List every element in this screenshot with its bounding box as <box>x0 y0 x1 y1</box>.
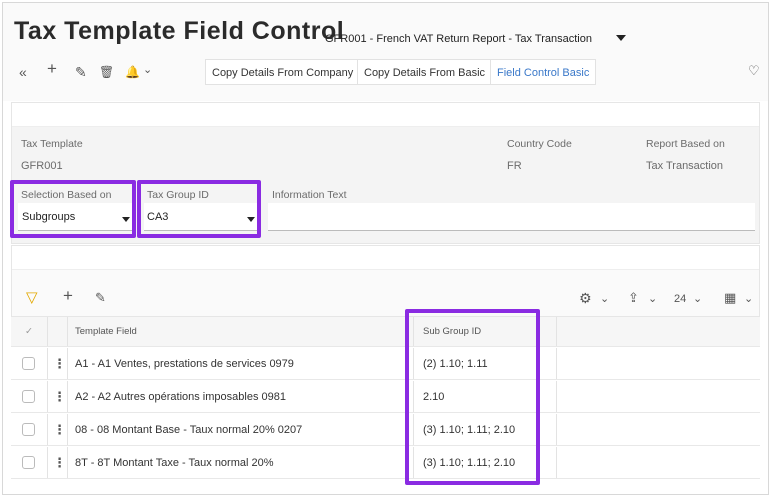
page-header: Tax Template Field Control GFR001 - Fren… <box>3 3 768 101</box>
report-based-on-label: Report Based on <box>646 138 725 150</box>
chevron-down-icon[interactable]: ⌄ <box>744 292 753 305</box>
table-row[interactable]: ⋮ A2 - A2 Autres opérations imposables 0… <box>11 381 760 413</box>
columns-icon[interactable]: ▦ <box>724 290 736 306</box>
highlight-tax-group-id <box>137 180 261 238</box>
page-title: Tax Template Field Control <box>14 17 345 45</box>
row-checkbox[interactable] <box>22 423 35 436</box>
row-menu-icon[interactable]: ⋮ <box>53 447 66 478</box>
select-all-check-icon[interactable]: ✓ <box>25 317 45 346</box>
table-row[interactable]: ⋮ 08 - 08 Montant Base - Taux normal 20%… <box>11 414 760 446</box>
favorite-heart-icon[interactable]: ♡ <box>748 63 760 79</box>
template-field-cell: A2 - A2 Autres opérations imposables 098… <box>75 390 286 403</box>
row-menu-icon[interactable]: ⋮ <box>53 414 66 445</box>
row-menu-icon[interactable]: ⋮ <box>53 381 66 412</box>
row-menu-icon[interactable]: ⋮ <box>53 348 66 379</box>
chevron-down-icon[interactable]: ⌄ <box>648 292 657 305</box>
settings-gear-icon[interactable]: ⚙ <box>579 290 592 306</box>
template-field-cell: 8T - 8T Montant Taxe - Taux normal 20% <box>75 456 274 469</box>
add-icon[interactable]: + <box>47 60 57 77</box>
copy-details-from-basic-button[interactable]: Copy Details From Basic <box>357 59 493 85</box>
page-size-value[interactable]: 24 <box>674 293 686 305</box>
edit-icon[interactable]: ✎ <box>95 290 106 306</box>
chevron-down-icon[interactable]: ⌄ <box>693 292 702 305</box>
country-code-value: FR <box>507 160 522 172</box>
country-code-label: Country Code <box>507 138 572 150</box>
bell-icon[interactable]: 🔔 <box>125 64 140 80</box>
row-checkbox[interactable] <box>22 390 35 403</box>
highlight-selection-based-on <box>10 180 136 238</box>
table-header-row: ✓ Template Field Sub Group ID <box>11 317 760 347</box>
row-checkbox[interactable] <box>22 456 35 469</box>
highlight-sub-group-id-column <box>405 309 540 485</box>
list-panel-strip <box>12 246 759 270</box>
back-icon[interactable]: « <box>19 64 27 80</box>
chevron-down-icon[interactable]: ⌄ <box>143 62 152 78</box>
template-field-cell: A1 - A1 Ventes, prestations de services … <box>75 357 294 370</box>
delete-icon[interactable]: 🗑 <box>99 64 114 80</box>
field-control-basic-button[interactable]: Field Control Basic <box>490 59 597 85</box>
edit-icon[interactable]: ✎ <box>75 64 87 80</box>
filter-icon[interactable]: ▽ <box>26 290 38 306</box>
tax-template-label: Tax Template <box>21 138 83 150</box>
record-subtitle: GFR001 - French VAT Return Report - Tax … <box>325 33 592 45</box>
tax-template-value: GFR001 <box>21 160 63 172</box>
panel-strip <box>12 103 759 127</box>
chevron-down-icon[interactable]: ⌄ <box>600 292 609 305</box>
information-text-field[interactable] <box>268 203 755 231</box>
report-based-on-value: Tax Transaction <box>646 160 724 172</box>
list-panel: ▽ + ✎ ⚙ ⌄ ⇪ ⌄ 24 ⌄ ▦ ⌄ <box>11 245 760 317</box>
add-icon[interactable]: + <box>63 287 73 304</box>
app-window: Tax Template Field Control GFR001 - Fren… <box>2 2 769 495</box>
record-switch-caret-icon[interactable] <box>616 35 626 41</box>
column-header-template-field[interactable]: Template Field <box>75 317 137 346</box>
table-row[interactable]: ⋮ 8T - 8T Montant Taxe - Taux normal 20%… <box>11 447 760 479</box>
template-field-cell: 08 - 08 Montant Base - Taux normal 20% 0… <box>75 423 303 436</box>
table-row[interactable]: ⋮ A1 - A1 Ventes, prestations de service… <box>11 348 760 380</box>
row-checkbox[interactable] <box>22 357 35 370</box>
export-icon[interactable]: ⇪ <box>628 290 639 306</box>
copy-details-from-company-button[interactable]: Copy Details From Company <box>205 59 361 85</box>
information-text-label: Information Text <box>272 189 347 201</box>
